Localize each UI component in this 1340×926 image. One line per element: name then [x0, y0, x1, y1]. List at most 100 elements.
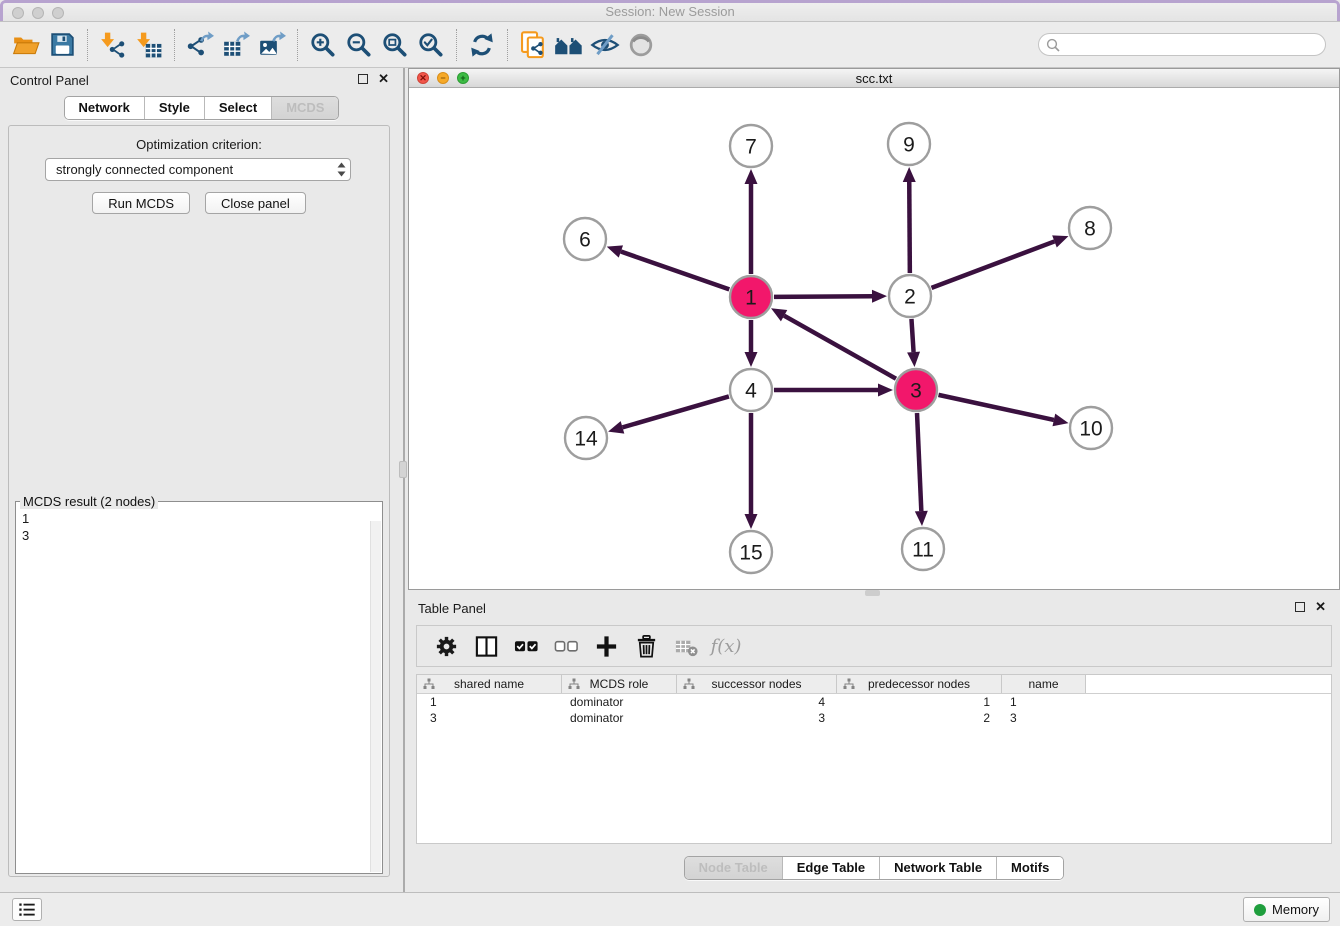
- graph-edge-3-1[interactable]: [784, 316, 896, 379]
- neighborhood-button[interactable]: [551, 27, 587, 63]
- open-session-button[interactable]: [8, 27, 44, 63]
- graph-node-15[interactable]: 15: [730, 531, 772, 573]
- tab-network-table[interactable]: Network Table: [879, 857, 996, 879]
- unchecked-boxes-icon: [554, 634, 579, 659]
- graph-edge-2-9[interactable]: [909, 182, 910, 273]
- svg-text:4: 4: [745, 379, 757, 402]
- graph-node-9[interactable]: 9: [888, 123, 930, 165]
- birdseye-view-button[interactable]: [623, 27, 659, 63]
- control-panel-float-button[interactable]: [358, 74, 368, 84]
- import-table-button[interactable]: [131, 27, 167, 63]
- eye-slash-icon: [590, 30, 620, 60]
- column-header-shared-name[interactable]: shared name: [417, 675, 562, 693]
- cell-predecessor-nodes[interactable]: 2: [837, 710, 1002, 726]
- column-label: MCDS role: [590, 677, 649, 691]
- graph-node-14[interactable]: 14: [565, 417, 607, 459]
- control-panel-tabs: NetworkStyleSelectMCDS: [64, 96, 340, 120]
- select-all-columns-button[interactable]: [509, 629, 543, 663]
- tab-select[interactable]: Select: [204, 97, 271, 119]
- save-session-button[interactable]: [44, 27, 80, 63]
- cell-name[interactable]: 1: [1002, 694, 1086, 710]
- tab-style[interactable]: Style: [144, 97, 204, 119]
- graph-node-6[interactable]: 6: [564, 218, 606, 260]
- graph-edge-2-3[interactable]: [911, 319, 913, 352]
- cell-name[interactable]: 3: [1002, 710, 1086, 726]
- column-header-predecessor-nodes[interactable]: predecessor nodes: [837, 675, 1002, 693]
- graph-edge-2-8[interactable]: [932, 241, 1055, 287]
- cell-predecessor-nodes[interactable]: 1: [837, 694, 1002, 710]
- table-row[interactable]: 3dominator323: [417, 710, 1331, 726]
- close-panel-button[interactable]: Close panel: [205, 192, 306, 214]
- memory-button[interactable]: Memory: [1243, 897, 1330, 922]
- tab-motifs[interactable]: Motifs: [996, 857, 1063, 879]
- graph-node-10[interactable]: 10: [1070, 407, 1112, 449]
- delete-columns-button[interactable]: [629, 629, 663, 663]
- tab-node-table[interactable]: Node Table: [685, 857, 782, 879]
- graph-edge-4-14[interactable]: [622, 396, 728, 427]
- graph-node-3[interactable]: 3: [895, 369, 937, 411]
- network-window-title: scc.txt: [409, 71, 1339, 86]
- memory-status-dot: [1254, 904, 1266, 916]
- columns-icon: [474, 634, 499, 659]
- table-panel-float-button[interactable]: [1295, 602, 1305, 612]
- function-icon: f(x): [711, 636, 742, 657]
- vertical-splitter-handle[interactable]: [399, 461, 407, 478]
- criterion-dropdown[interactable]: strongly connected component: [45, 158, 351, 181]
- graph-node-11[interactable]: 11: [902, 528, 944, 570]
- graph-edge-3-10[interactable]: [938, 395, 1053, 420]
- column-header-mcds-role[interactable]: MCDS role: [562, 675, 677, 693]
- gear-icon: [434, 634, 459, 659]
- run-mcds-button[interactable]: Run MCDS: [92, 192, 190, 214]
- table-row[interactable]: 1dominator411: [417, 694, 1331, 710]
- delete-table-button[interactable]: [669, 629, 703, 663]
- graph-node-2[interactable]: 2: [889, 275, 931, 317]
- cell-mcds-role[interactable]: dominator: [562, 710, 677, 726]
- result-scrollbar[interactable]: [370, 521, 381, 872]
- list-icon: [17, 900, 37, 920]
- zoom-in-button[interactable]: [305, 27, 341, 63]
- network-canvas[interactable]: 7 9 6 8 1 2 4 3 14 10 15 11: [409, 88, 1339, 589]
- zoom-fit-button[interactable]: [377, 27, 413, 63]
- tab-network[interactable]: Network: [65, 97, 144, 119]
- export-table-button[interactable]: [218, 27, 254, 63]
- cell-shared-name[interactable]: 1: [417, 694, 562, 710]
- hierarchy-icon: [843, 678, 855, 690]
- refresh-button[interactable]: [464, 27, 500, 63]
- unselect-all-columns-button[interactable]: [549, 629, 583, 663]
- tasks-button[interactable]: [12, 898, 42, 921]
- zoom-selected-button[interactable]: [413, 27, 449, 63]
- cell-mcds-role[interactable]: dominator: [562, 694, 677, 710]
- graph-edge-1-2[interactable]: [774, 296, 872, 297]
- search-input[interactable]: [1065, 38, 1315, 52]
- graph-node-1[interactable]: 1: [730, 276, 772, 318]
- graph-edge-1-6[interactable]: [621, 252, 729, 290]
- duplicate-network-button[interactable]: [515, 27, 551, 63]
- create-column-button[interactable]: [589, 629, 623, 663]
- graph-node-7[interactable]: 7: [730, 125, 772, 167]
- export-image-button[interactable]: [254, 27, 290, 63]
- control-panel-close-button[interactable]: ✕: [378, 73, 389, 84]
- export-network-button[interactable]: [182, 27, 218, 63]
- toggle-details-button[interactable]: [587, 27, 623, 63]
- import-network-button[interactable]: [95, 27, 131, 63]
- tab-mcds[interactable]: MCDS: [271, 97, 338, 119]
- zoom-out-button[interactable]: [341, 27, 377, 63]
- result-line: 3: [22, 527, 369, 544]
- function-builder-button[interactable]: f(x): [709, 629, 743, 663]
- tab-edge-table[interactable]: Edge Table: [782, 857, 879, 879]
- folder-open-icon: [12, 31, 40, 59]
- cell-shared-name[interactable]: 3: [417, 710, 562, 726]
- column-header-successor-nodes[interactable]: successor nodes: [677, 675, 837, 693]
- table-settings-button[interactable]: [429, 629, 463, 663]
- graph-node-8[interactable]: 8: [1069, 207, 1111, 249]
- svg-text:2: 2: [904, 285, 916, 308]
- cell-successor-nodes[interactable]: 3: [677, 710, 837, 726]
- cell-successor-nodes[interactable]: 4: [677, 694, 837, 710]
- graph-node-4[interactable]: 4: [730, 369, 772, 411]
- graph-edge-3-11[interactable]: [917, 413, 921, 511]
- mcds-result-text[interactable]: 13: [17, 509, 369, 872]
- show-column-panel-button[interactable]: [469, 629, 503, 663]
- import-table-icon: [135, 31, 163, 59]
- column-header-name[interactable]: name: [1002, 675, 1086, 693]
- table-panel-close-button[interactable]: ✕: [1315, 601, 1326, 612]
